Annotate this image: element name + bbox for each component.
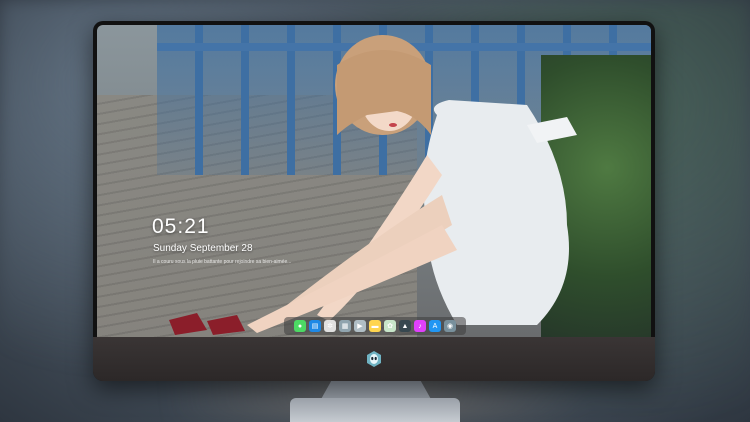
app-dock: ● ▤ ✲ ▦ ▶ ▬ ✿ ▲ ♪ A ◉: [284, 317, 466, 335]
alien-logo-icon: [367, 351, 381, 367]
monitor-stand-base: [290, 398, 460, 422]
camera-icon[interactable]: ◉: [444, 320, 456, 332]
desktop-screen: 05:21 Sunday September 28 Il a couru sou…: [97, 25, 651, 337]
lock-clock-date: Sunday September 28: [153, 243, 253, 254]
wallpaper-figure: [169, 35, 577, 335]
folder-icon[interactable]: ▤: [309, 320, 321, 332]
photos-icon[interactable]: ✿: [384, 320, 396, 332]
image-icon[interactable]: ▦: [339, 320, 351, 332]
lock-clock-time: 05:21: [152, 215, 210, 238]
music-icon[interactable]: ♪: [414, 320, 426, 332]
bird-icon[interactable]: ▲: [399, 320, 411, 332]
monitor-frame: 05:21 Sunday September 28 Il a couru sou…: [93, 21, 655, 381]
app-store-icon[interactable]: A: [429, 320, 441, 332]
lock-quote-text: Il a couru sous la pluie battante pour r…: [153, 259, 292, 265]
video-icon[interactable]: ▶: [354, 320, 366, 332]
message-bubble-icon[interactable]: ●: [294, 320, 306, 332]
compass-icon[interactable]: ✲: [324, 320, 336, 332]
notes-icon[interactable]: ▬: [369, 320, 381, 332]
monitor-chin: [93, 337, 655, 381]
